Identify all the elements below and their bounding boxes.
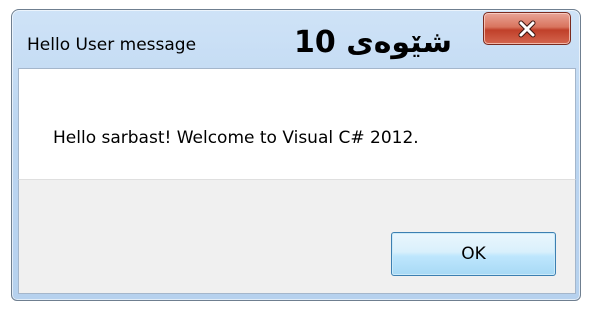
window-title: Hello User message: [27, 35, 197, 55]
title-bar[interactable]: Hello User message شێوەی 10: [12, 10, 580, 68]
message-text: Hello sarbast! Welcome to Visual C# 2012…: [53, 128, 419, 148]
close-icon: [517, 20, 537, 38]
button-area: OK: [18, 179, 576, 294]
message-box-window: Hello User message شێوەی 10 Hello sarbas…: [11, 9, 581, 301]
message-area: Hello sarbast! Welcome to Visual C# 2012…: [18, 68, 576, 179]
ok-button[interactable]: OK: [391, 232, 556, 276]
figure-label: شێوەی 10: [294, 25, 452, 60]
close-button[interactable]: [483, 12, 571, 45]
